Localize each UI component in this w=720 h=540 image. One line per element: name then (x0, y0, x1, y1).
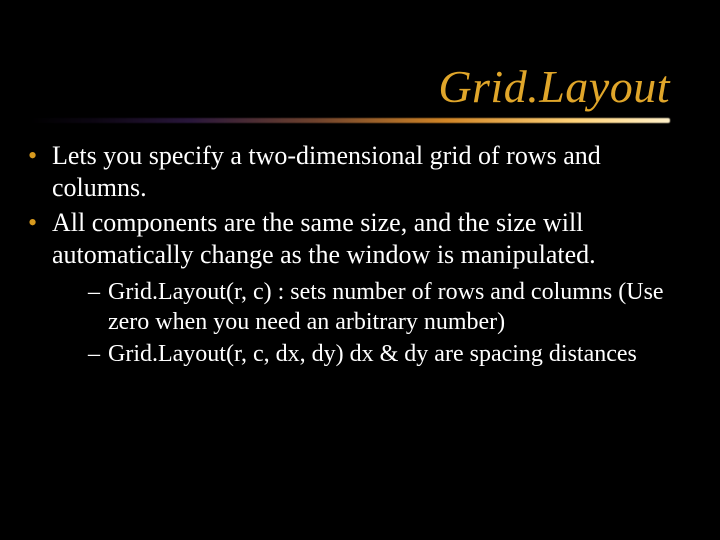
bullet-text: Lets you specify a two-dimensional grid … (52, 141, 601, 202)
slide-body: Lets you specify a two-dimensional grid … (24, 140, 696, 373)
subbullet-text: Grid.Layout(r, c, dx, dy) dx & dy are sp… (108, 341, 637, 367)
bullet-text: All components are the same size, and th… (52, 208, 596, 269)
subbullet-item: Grid.Layout(r, c, dx, dy) dx & dy are sp… (88, 339, 696, 369)
subbullet-text: Grid.Layout(r, c) : sets number of rows … (108, 279, 664, 335)
bullet-item: Lets you specify a two-dimensional grid … (24, 140, 696, 203)
subbullet-item: Grid.Layout(r, c) : sets number of rows … (88, 277, 696, 337)
title-underline (30, 118, 670, 123)
subbullet-list: Grid.Layout(r, c) : sets number of rows … (88, 277, 696, 369)
slide-title: Grid.Layout (438, 61, 670, 112)
bullet-list: Lets you specify a two-dimensional grid … (24, 140, 696, 369)
title-wrap: Grid.Layout (0, 60, 720, 113)
bullet-item: All components are the same size, and th… (24, 207, 696, 368)
